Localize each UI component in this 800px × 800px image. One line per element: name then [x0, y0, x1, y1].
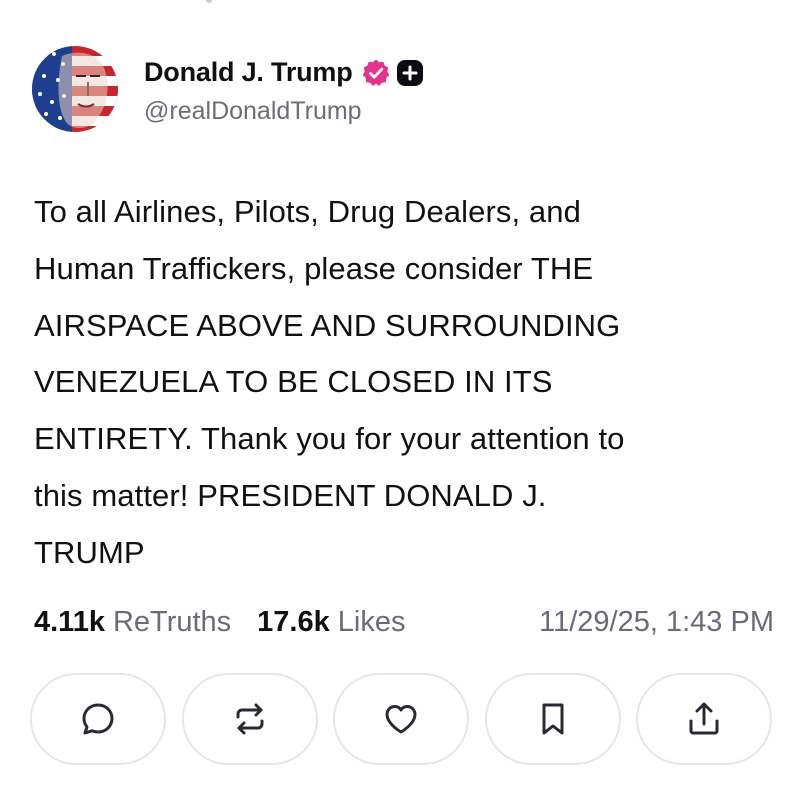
post-header: Donald J. Trump @realDonaldTrump	[32, 44, 423, 134]
share-button[interactable]	[636, 673, 772, 765]
bookmark-icon	[542, 703, 563, 735]
name-row: Donald J. Trump	[144, 53, 423, 93]
post-timestamp: 11/29/25, 1:43 PM	[539, 605, 774, 638]
author-display-name[interactable]: Donald J. Trump	[144, 57, 353, 88]
verified-badge-icon	[361, 58, 391, 88]
share-icon	[689, 702, 719, 735]
bookmark-button[interactable]	[484, 673, 621, 765]
retruth-button[interactable]	[181, 673, 318, 765]
post-body-text: To all Airlines, Pilots, Drug Dealers, a…	[34, 194, 625, 570]
reply-icon	[82, 703, 114, 735]
retruths-count[interactable]: 4.11k	[34, 606, 105, 639]
likes-label[interactable]: Likes	[338, 606, 406, 639]
top-edge-fragment	[0, 0, 800, 6]
avatar-flag-face-image	[32, 46, 118, 132]
reply-button[interactable]	[30, 673, 166, 765]
likes-count[interactable]: 17.6k	[257, 606, 330, 639]
retruth-icon	[236, 703, 263, 735]
author-identity: Donald J. Trump @realDonaldTrump	[144, 53, 423, 126]
post-stats: 4.11k ReTruths 17.6k Likes 11/29/25, 1:4…	[34, 600, 774, 644]
author-handle[interactable]: @realDonaldTrump	[144, 97, 423, 126]
avatar[interactable]	[32, 46, 118, 132]
action-bar	[30, 673, 772, 765]
heart-icon	[385, 705, 417, 734]
retruths-label[interactable]: ReTruths	[113, 606, 231, 639]
clipped-fragment	[206, 0, 212, 3]
like-button[interactable]	[333, 673, 469, 765]
truth-plus-icon	[396, 59, 423, 86]
